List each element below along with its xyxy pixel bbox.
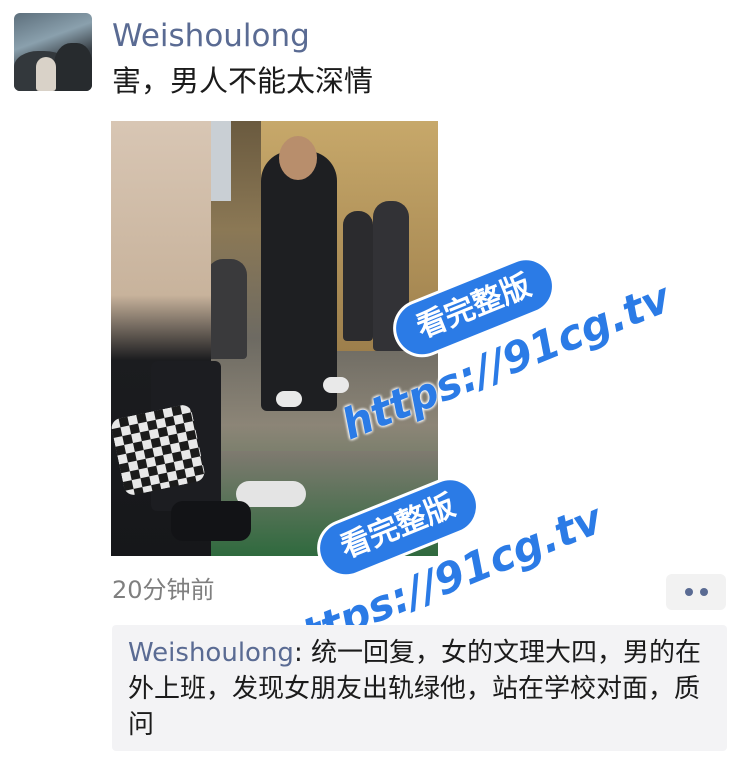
post-photo[interactable]	[111, 121, 438, 556]
more-actions-button[interactable]	[666, 574, 726, 610]
avatar-person	[36, 57, 56, 91]
more-dots-icon	[684, 588, 693, 596]
post-text: 害，男人不能太深情	[112, 64, 374, 98]
photo-boot	[171, 501, 251, 541]
post-timestamp: 20分钟前	[112, 576, 215, 604]
photo-checkered-bag	[111, 403, 207, 497]
avatar-rock	[54, 43, 92, 91]
photo-bystander	[207, 259, 247, 359]
photo-man	[261, 151, 337, 411]
moments-post: Weishoulong 害，男人不能太深情 看完整版 https://91cg.…	[0, 0, 750, 777]
more-dots-icon	[699, 588, 708, 596]
photo-shoe	[323, 377, 349, 393]
comment-section: Weishoulong: 统一回复，女的文理大四，男的在外上班，发现女朋友出轨绿…	[112, 625, 727, 751]
comment-separator: :	[293, 638, 311, 668]
author-name[interactable]: Weishoulong	[112, 16, 310, 56]
comment-author[interactable]: Weishoulong	[128, 638, 294, 668]
photo-bystander	[343, 211, 373, 341]
avatar[interactable]	[14, 13, 92, 91]
comment-item[interactable]: Weishoulong: 统一回复，女的文理大四，男的在外上班，发现女朋友出轨绿…	[128, 635, 718, 743]
photo-man-head	[279, 136, 317, 180]
photo-shoe	[276, 391, 302, 407]
